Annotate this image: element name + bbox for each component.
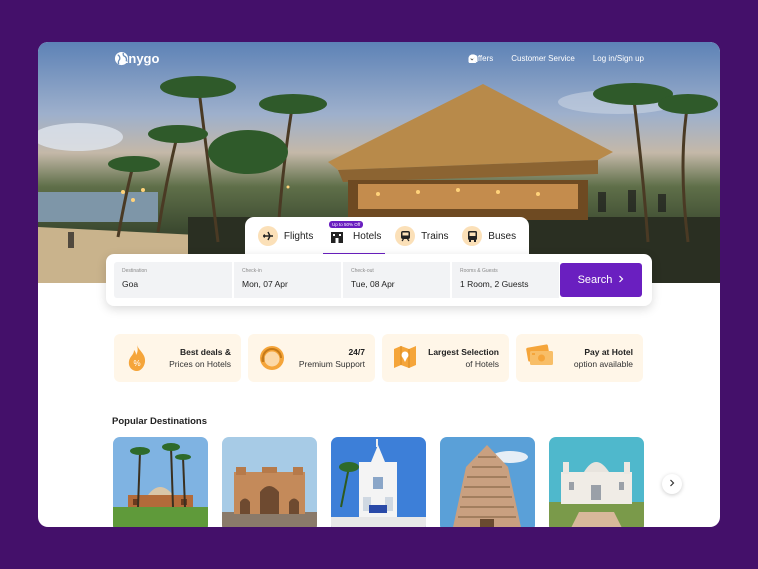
feature-pay-at-hotel: Pay at Hotel option available — [516, 334, 643, 382]
feature-selection: Largest Selection of Hotels — [382, 334, 509, 382]
feature-title: Best deals & — [179, 347, 231, 357]
main-card: Anygo Offers Customer Service Log in/Sig… — [38, 42, 720, 527]
discount-badge: Up to 50% Off — [329, 221, 364, 228]
svg-text:%: % — [133, 359, 140, 368]
tab-hotels-label: Hotels — [353, 230, 382, 242]
customer-service-label: Customer Service — [511, 54, 575, 63]
destination-card[interactable] — [549, 437, 644, 527]
destination-photo — [331, 437, 426, 527]
app-logo[interactable]: Anygo — [114, 51, 159, 66]
feature-title: 24/7 — [348, 347, 365, 357]
destination-card[interactable] — [113, 437, 208, 527]
login-label: Log in/Sign up — [592, 54, 644, 63]
destination-value: Goa — [122, 279, 139, 289]
checkin-label: Check-in — [242, 268, 262, 274]
cash-icon — [526, 344, 554, 373]
tab-flights[interactable]: Flights — [257, 217, 314, 255]
feature-subtitle: Prices on Hotels — [169, 359, 231, 369]
tab-buses-label: Buses — [488, 230, 517, 242]
tab-hotels[interactable]: Up to 50% Off Hotels — [323, 217, 386, 255]
deal-flame-icon: % — [124, 344, 150, 377]
destination-photo — [549, 437, 644, 527]
feature-title: Pay at Hotel — [584, 347, 633, 357]
train-icon — [395, 226, 416, 246]
hotel-icon — [327, 226, 347, 246]
feature-best-deals: % Best deals & Prices on Hotels — [114, 334, 241, 382]
map-pin-icon — [392, 344, 418, 375]
feature-subtitle: of Hotels — [465, 359, 499, 369]
feature-subtitle: Premium Support — [298, 359, 365, 369]
checkin-value: Mon, 07 Apr — [242, 279, 288, 289]
search-button-label: Search — [577, 274, 613, 286]
bus-icon — [462, 226, 483, 246]
tab-trains-label: Trains — [421, 230, 449, 242]
popular-destinations-title: Popular Destinations — [112, 416, 208, 427]
top-navigation: Anygo Offers Customer Service Log in/Sig… — [38, 42, 720, 78]
tab-flights-label: Flights — [283, 230, 314, 242]
destination-photo — [113, 437, 208, 527]
rooms-guests-label: Rooms & Guests — [460, 268, 498, 274]
carousel-next-button[interactable] — [662, 474, 682, 494]
rooms-guests-value: 1 Room, 2 Guests — [460, 279, 529, 289]
destination-label: Destination — [122, 268, 148, 274]
tab-buses[interactable]: Buses — [462, 217, 516, 255]
booking-tabs: Flights Up to 50% Off Hotels Trains Buse… — [245, 217, 529, 255]
header-nav: Offers Customer Service Log in/Sign up — [468, 54, 644, 63]
checkin-field[interactable]: Check-in Mon, 07 Apr — [234, 262, 341, 298]
destination-card[interactable] — [440, 437, 535, 527]
chevron-right-icon — [618, 274, 624, 286]
feature-title: Largest Selection — [428, 347, 499, 357]
checkout-value: Tue, 08 Apr — [351, 279, 395, 289]
search-button[interactable]: Search — [560, 263, 642, 297]
checkout-label: Check-out — [351, 268, 374, 274]
support-agent-icon — [258, 344, 286, 377]
customer-service-link[interactable]: Customer Service — [468, 54, 575, 63]
feature-support: 24/7 Premium Support — [248, 334, 375, 382]
feature-subtitle: option available — [573, 359, 633, 369]
rooms-guests-field[interactable]: Rooms & Guests 1 Room, 2 Guests — [452, 262, 559, 298]
destination-card[interactable] — [331, 437, 426, 527]
checkout-field[interactable]: Check-out Tue, 08 Apr — [343, 262, 450, 298]
destination-photo — [222, 437, 317, 527]
hotel-search-bar: Destination Goa Check-in Mon, 07 Apr Che… — [106, 254, 652, 306]
tab-trains[interactable]: Trains — [395, 217, 449, 255]
destination-photo — [440, 437, 535, 527]
chevron-right-icon — [669, 479, 675, 489]
destination-card[interactable] — [222, 437, 317, 527]
login-link[interactable]: Log in/Sign up — [468, 54, 644, 63]
airplane-icon — [257, 226, 278, 246]
destination-field[interactable]: Destination Goa — [114, 262, 232, 298]
